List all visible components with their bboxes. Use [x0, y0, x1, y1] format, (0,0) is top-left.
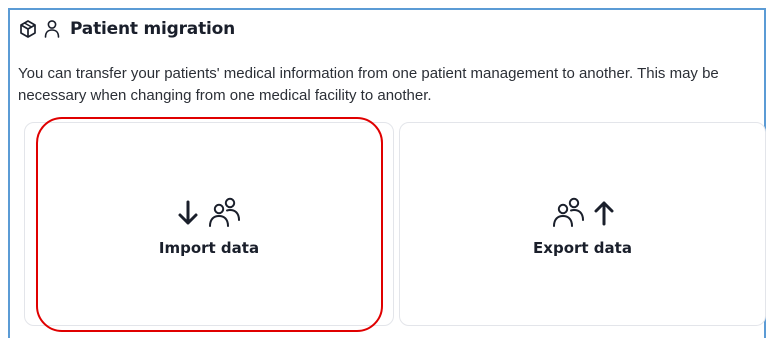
- person-icon: [44, 20, 60, 38]
- import-data-card[interactable]: Import data: [24, 122, 394, 326]
- export-data-label: Export data: [533, 239, 632, 257]
- arrow-up-icon: [594, 201, 613, 226]
- import-card-icons: [177, 195, 241, 231]
- import-card-content: Import data: [25, 195, 393, 257]
- export-card-content: Export data: [400, 195, 765, 257]
- section-header: Patient migration: [18, 18, 235, 40]
- export-card-icons: [551, 195, 615, 231]
- people-icon: [552, 197, 584, 227]
- export-data-card[interactable]: Export data: [399, 122, 766, 326]
- section-description: You can transfer your patients' medical …: [18, 65, 719, 104]
- people-icon: [209, 197, 240, 227]
- section-title: Patient migration: [70, 19, 236, 39]
- header-icons: [18, 19, 60, 39]
- arrow-down-icon: [178, 200, 198, 225]
- import-data-label: Import data: [158, 239, 260, 257]
- box-icon: [20, 20, 36, 38]
